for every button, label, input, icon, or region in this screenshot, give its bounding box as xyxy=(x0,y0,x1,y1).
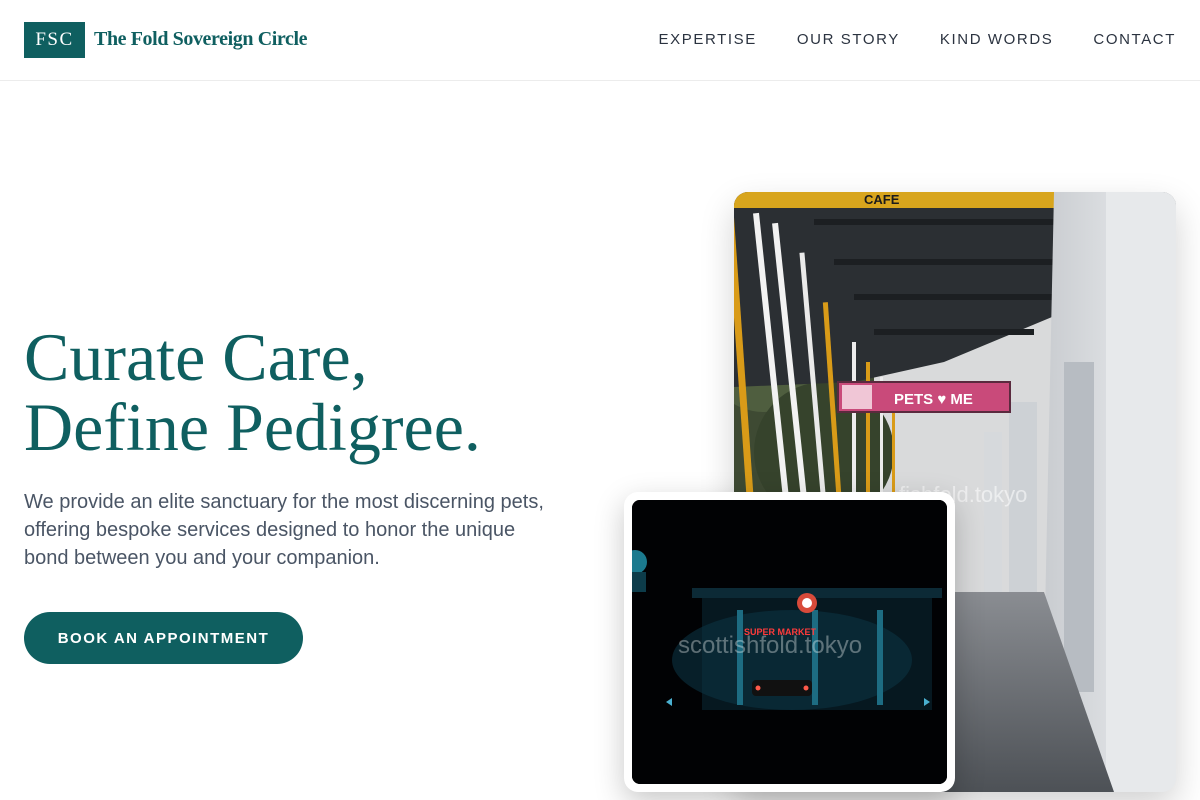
nav-link-contact[interactable]: CONTACT xyxy=(1093,31,1176,48)
nav-link-our-story[interactable]: OUR STORY xyxy=(797,31,900,48)
main-nav: EXPERTISE OUR STORY KIND WORDS CONTACT xyxy=(659,31,1176,48)
logo-name[interactable]: The Fold Sovereign Circle xyxy=(94,28,308,51)
hero-description: We provide an elite sanctuary for the mo… xyxy=(24,491,544,569)
pets-me-sign: PETS ♥ ME xyxy=(894,391,973,408)
logo-badge[interactable]: FSC xyxy=(24,22,85,58)
hero-title: Curate Care, Define Pedigree. xyxy=(24,322,481,462)
nav-link-expertise[interactable]: EXPERTISE xyxy=(659,31,757,48)
site-header: FSC The Fold Sovereign Circle EXPERTISE … xyxy=(0,0,1200,81)
nav-link-kind-words[interactable]: KIND WORDS xyxy=(940,31,1054,48)
inset-photo-watermark: scottishfold.tokyo xyxy=(678,632,862,659)
cafe-sign: CAFE xyxy=(864,192,900,207)
book-appointment-button[interactable]: BOOK AN APPOINTMENT xyxy=(24,612,303,664)
night-store-illustration: SUPER MARKET scottishfold.tokyo xyxy=(632,500,947,784)
hero-title-line-2: Define Pedigree. xyxy=(24,389,481,465)
hero-title-line-1: Curate Care, xyxy=(24,319,368,395)
inset-photo-frame: SUPER MARKET scottishfold.tokyo xyxy=(624,492,955,792)
inset-photo-night-store: SUPER MARKET scottishfold.tokyo xyxy=(632,500,947,784)
